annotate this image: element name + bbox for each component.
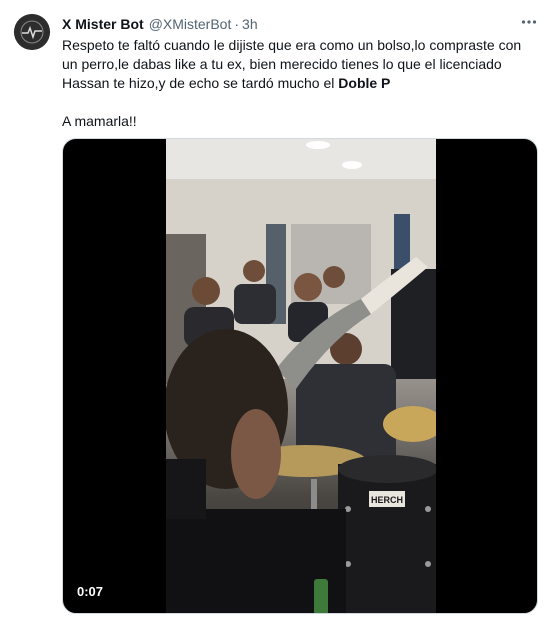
more-options-icon [521,20,537,24]
video-still-image: HERCH [166,139,436,613]
tweet-paragraph-1: Respeto te faltó cuando le dijiste que e… [62,36,538,93]
author-handle[interactable]: @XMisterBot [149,16,232,32]
tweet[interactable]: X Mister Bot @XMisterBot · 3h Respeto te… [0,0,553,620]
tweet-text-main: Respeto te faltó cuando le dijiste que e… [62,37,522,91]
more-options-button[interactable] [519,12,539,32]
avatar[interactable] [14,14,50,50]
avatar-logo-icon [14,14,50,50]
author-name[interactable]: X Mister Bot [62,16,144,32]
video-frame[interactable]: HERCH [166,139,436,613]
drum-label: HERCH [371,495,403,505]
tweet-header: X Mister Bot @XMisterBot · 3h [62,14,539,34]
video-duration: 0:07 [77,584,104,599]
video-player[interactable]: HERCH 0:07 [62,138,538,614]
tweet-text: Respeto te faltó cuando le dijiste que e… [62,36,538,131]
tweet-timestamp[interactable]: 3h [242,16,258,32]
tweet-paragraph-2: A mamarla!! [62,113,137,129]
header-separator: · [234,16,240,32]
tweet-text-bold: Doble P [338,75,391,91]
